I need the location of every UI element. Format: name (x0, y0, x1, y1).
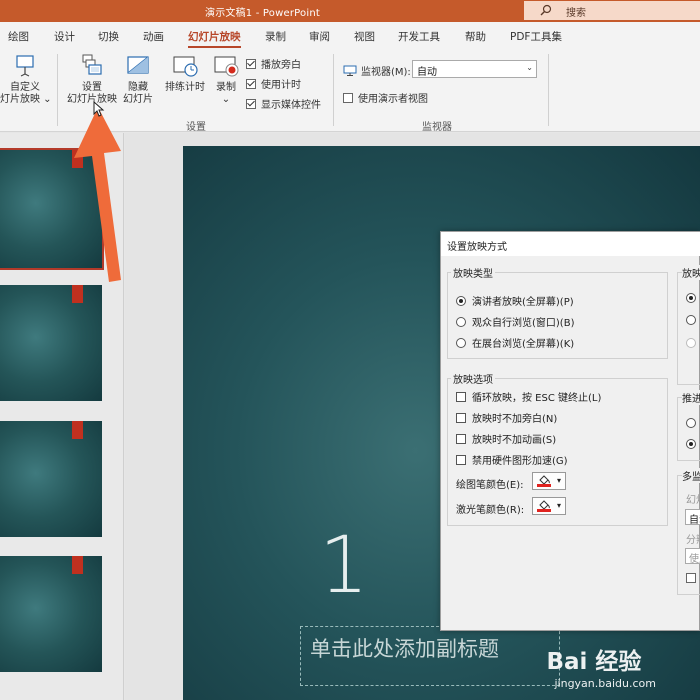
baidu-jingyan-watermark: Bai 经验 jingyan.baidu.com (546, 642, 656, 690)
annotation-arrow (74, 107, 121, 282)
watermark-logo-text: Bai 经验 (546, 649, 642, 675)
mouse-cursor-icon (93, 101, 105, 117)
watermark-url: jingyan.baidu.com (554, 677, 656, 690)
powerpoint-window: 演示文稿1 - PowerPoint 搜索 绘图 设计 切换 动画 幻灯片放映 … (0, 0, 700, 700)
